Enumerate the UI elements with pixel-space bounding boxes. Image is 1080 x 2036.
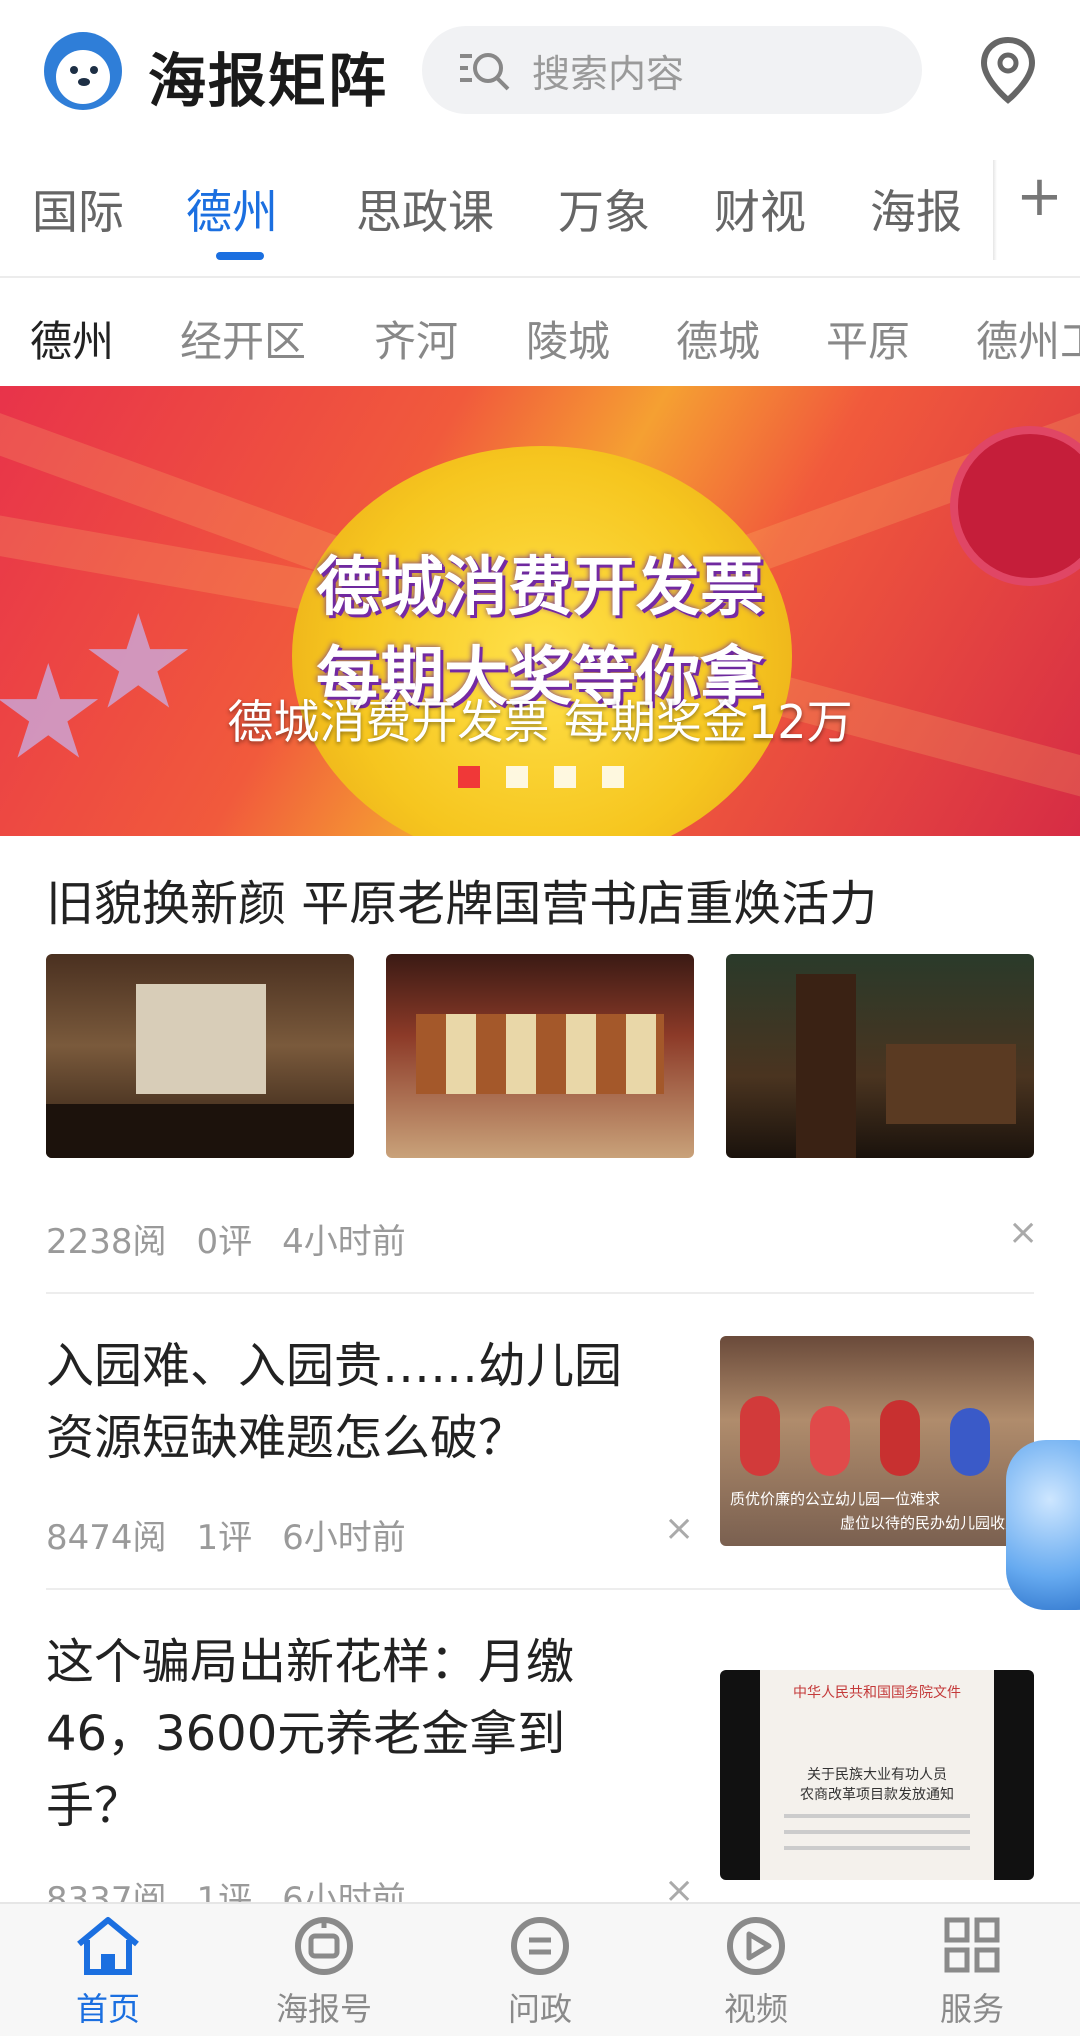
dismiss-news-button[interactable]: × [664,1508,694,1549]
tab-dezhou[interactable]: 德州 [186,176,278,242]
news-meta: 2238阅 0评 4小时前 [46,1214,406,1263]
news-thumbnail[interactable]: 中华人民共和国国务院文件 关于民族大业有功人员 农商改革项目款发放通知 [720,1670,1034,1880]
app-logo-icon [44,32,122,110]
tab-guoji[interactable]: 国际 [32,176,124,242]
news-thumbnail[interactable] [726,954,1034,1158]
tabs-divider [993,160,997,260]
news-title-line2[interactable]: 46，3600元养老金拿到 [46,1698,565,1770]
thumb-doc-heading: 中华人民共和国国务院文件 [793,1685,961,1701]
subtab-more[interactable]: 德州工 [976,308,1080,369]
search-bar[interactable]: 搜索内容 [422,26,922,114]
app-header: 海报矩阵 搜索内容 [0,0,1080,140]
subtab-dezhou[interactable]: 德州 [30,308,114,369]
location-icon[interactable] [980,36,1036,104]
news-divider [46,1588,1034,1590]
read-count: 8474阅 [46,1518,167,1558]
banner-poster-line1: 德城消费开发票 [316,551,764,625]
nav-haibaohao[interactable]: 海报号 [244,1914,404,2030]
banner-dot[interactable] [602,766,624,788]
tab-caishi[interactable]: 财视 [714,176,806,242]
thumb-caption: 虚位以待的民办幼儿园收费 [840,1514,1021,1532]
tab-wanxiang[interactable]: 万象 [558,176,650,242]
wenzheng-icon [511,1917,569,1975]
news-title-line3[interactable]: 手？ [46,1770,142,1842]
banner-dot[interactable] [506,766,528,788]
news-divider [46,1292,1034,1294]
publish-time: 6小时前 [282,1518,406,1558]
news-title-line2[interactable]: 资源短缺难题怎么破？ [46,1402,526,1474]
nav-services[interactable]: 服务 [892,1914,1052,2030]
nav-video-label: 视频 [723,1990,788,2028]
comment-count: 0评 [196,1222,253,1262]
publish-time: 4小时前 [282,1222,406,1262]
brand-name: 海报矩阵 [148,47,389,115]
read-count: 2238阅 [46,1222,167,1262]
channel-tabs: 国际 德州 思政课 万象 财视 海报 + [0,140,1080,278]
search-icon [460,53,510,91]
nav-haibaohao-label: 海报号 [275,1990,372,2028]
subtab-qihe[interactable]: 齐河 [374,308,458,369]
subtab-decheng[interactable]: 德城 [676,308,760,369]
video-play-icon [727,1917,785,1975]
nav-home[interactable]: 首页 [28,1914,188,2030]
haibaohao-icon [295,1917,353,1975]
home-icon [77,1917,139,1975]
thumb-doc-line: 关于民族大业有功人员 [807,1767,947,1783]
promo-banner[interactable]: ★ ★ 德城消费开发票 每期大奖等你拿 德城消费开发票 每期奖金12万 [0,386,1080,836]
active-tab-indicator [216,252,264,260]
add-channel-button[interactable]: + [1016,164,1063,229]
banner-caption: 德城消费开发票 每期奖金12万 [227,695,853,749]
search-placeholder: 搜索内容 [532,51,685,96]
news-meta: 8474阅 1评 6小时前 [46,1510,406,1559]
grid-icon [944,1917,1000,1973]
dismiss-news-button[interactable]: × [1008,1212,1038,1253]
subtab-pingyuan[interactable]: 平原 [826,308,910,369]
subtab-lingcheng[interactable]: 陵城 [526,308,610,369]
assistant-mascot-icon[interactable] [1006,1440,1080,1610]
nav-services-label: 服务 [939,1990,1004,2028]
thumb-doc-line: 农商改革项目款发放通知 [800,1787,954,1803]
nav-wenzheng-label: 问政 [507,1990,572,2028]
banner-dot[interactable] [458,766,480,788]
news-thumbnail[interactable] [46,954,354,1158]
bottom-navigation: 首页 海报号 问政 视频 服务 [0,1902,1080,2036]
banner-pagination [458,766,624,788]
news-thumbnail[interactable] [386,954,694,1158]
nav-home-label: 首页 [75,1990,140,2028]
subtab-jingkaiqu[interactable]: 经开区 [180,308,306,369]
news-title-line1[interactable]: 这个骗局出新花样：月缴 [46,1626,574,1698]
news-title[interactable]: 旧貌换新颜 平原老牌国营书店重焕活力 [46,868,877,940]
gift-box-icon [950,426,1080,586]
sub-channel-tabs: 德州 经开区 齐河 陵城 德城 平原 德州工 [0,280,1080,386]
nav-video[interactable]: 视频 [676,1914,836,2030]
news-title-line1[interactable]: 入园难、入园贵……幼儿园 [46,1330,622,1402]
tab-haibao[interactable]: 海报 [870,176,962,242]
nav-wenzheng[interactable]: 问政 [460,1914,620,2030]
banner-dot[interactable] [554,766,576,788]
tab-sizhengke[interactable]: 思政课 [356,176,494,242]
comment-count: 1评 [196,1518,253,1558]
news-thumbnail[interactable]: 质优价廉的公立幼儿园一位难求 虚位以待的民办幼儿园收费 [720,1336,1034,1546]
thumb-caption: 质优价廉的公立幼儿园一位难求 [730,1490,941,1508]
